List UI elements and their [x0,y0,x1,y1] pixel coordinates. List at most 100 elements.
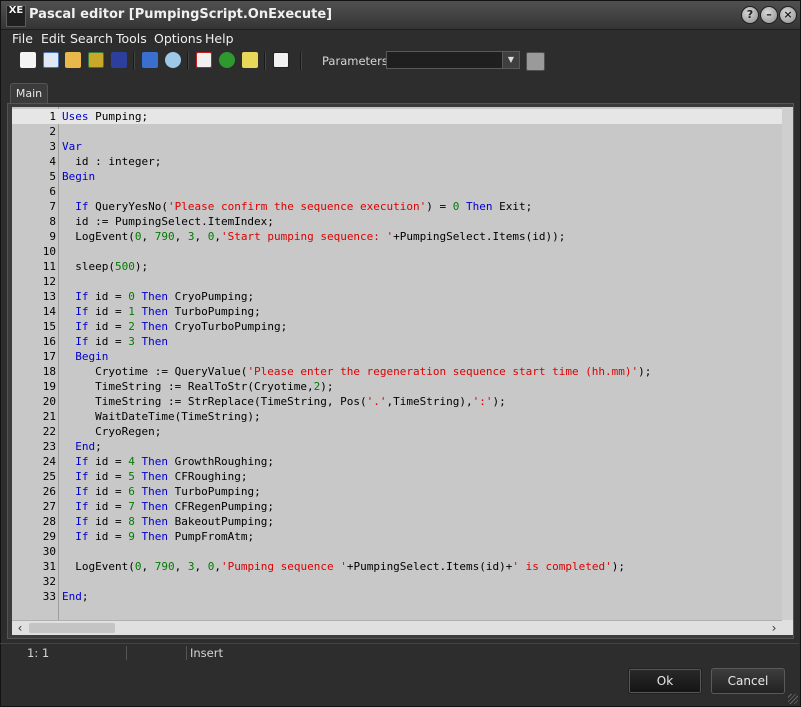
code-line[interactable]: 17 Begin [12,349,782,364]
code-token: id = [88,455,129,468]
code-text[interactable]: If QueryYesNo('Please confirm the sequen… [62,199,532,214]
code-text[interactable]: If id = 3 Then [62,334,168,349]
code-line[interactable]: 16 If id = 3 Then [12,334,782,349]
scroll-right-icon[interactable]: › [767,621,781,635]
parameters-select[interactable]: ▼ [386,51,520,69]
code-editor[interactable]: 1 Uses Pumping; 2 3 Var 4 id : integer; 5 Begin… [12,107,782,620]
code-text[interactable]: TimeString := RealToStr(Cryotime,2); [62,379,333,394]
code-line[interactable]: 26 If id = 6 Then TurboPumping; [12,484,782,499]
code-text[interactable]: Uses Pumping; [62,109,148,124]
code-line[interactable]: 33 End; [12,589,782,604]
cancel-button[interactable]: Cancel [711,668,785,694]
menu-edit[interactable]: Edit [41,31,65,46]
code-line[interactable]: 7 If QueryYesNo('Please confirm the sequ… [12,199,782,214]
code-text[interactable]: If id = 5 Then CFRoughing; [62,469,247,484]
code-line[interactable]: 31 LogEvent(0, 790, 3, 0,'Pumping sequen… [12,559,782,574]
code-text[interactable]: TimeString := StrReplace(TimeString, Pos… [62,394,506,409]
vertical-scrollbar[interactable] [782,107,793,620]
code-line[interactable]: 3 Var [12,139,782,154]
code-text[interactable]: If id = 2 Then CryoTurboPumping; [62,319,287,334]
tab-main[interactable]: Main [10,83,48,103]
code-line[interactable]: 27 If id = 7 Then CFRegenPumping; [12,499,782,514]
code-line[interactable]: 28 If id = 8 Then BakeoutPumping; [12,514,782,529]
code-line[interactable]: 6 [12,184,782,199]
code-line[interactable]: 10 [12,244,782,259]
ok-button[interactable]: Ok [628,668,702,694]
menu-search[interactable]: Search [70,31,113,46]
function-icon[interactable] [242,52,258,68]
compile-icon[interactable] [142,52,158,68]
code-line[interactable]: 8 id := PumpingSelect.ItemIndex; [12,214,782,229]
code-text[interactable]: Var [62,139,82,154]
code-line[interactable]: 11 sleep(500); [12,259,782,274]
code-text[interactable]: Cryotime := QueryValue('Please enter the… [62,364,651,379]
scroll-left-icon[interactable]: ‹ [13,621,27,635]
code-line[interactable]: 5 Begin [12,169,782,184]
code-line[interactable]: 23 End; [12,439,782,454]
checklist-icon[interactable] [196,52,212,68]
code-line[interactable]: 4 id : integer; [12,154,782,169]
run-icon[interactable] [219,52,235,68]
code-line[interactable]: 12 [12,274,782,289]
save-icon[interactable] [111,52,127,68]
code-text[interactable]: If id = 1 Then TurboPumping; [62,304,260,319]
code-line[interactable]: 32 [12,574,782,589]
help-window-button[interactable]: ? [741,6,759,24]
horizontal-scroll-thumb[interactable] [29,623,115,633]
code-line[interactable]: 14 If id = 1 Then TurboPumping; [12,304,782,319]
code-text[interactable]: sleep(500); [62,259,148,274]
open-folder-icon[interactable] [65,52,81,68]
code-line[interactable]: 22 CryoRegen; [12,424,782,439]
close-window-button[interactable]: × [779,6,797,24]
line-number: 12 [42,275,56,288]
code-line[interactable]: 1 Uses Pumping; [12,109,782,124]
code-text[interactable]: LogEvent(0, 790, 3, 0,'Start pumping seq… [62,229,565,244]
menu-help[interactable]: Help [205,31,234,46]
horizontal-scrollbar[interactable]: ‹ › [12,620,782,635]
import-icon[interactable] [88,52,104,68]
code-text[interactable]: WaitDateTime(TimeString); [62,409,261,424]
code-line[interactable]: 2 [12,124,782,139]
title-bar[interactable]: XE Pascal editor [PumpingScript.OnExecut… [1,1,800,30]
code-text[interactable]: End; [62,589,89,604]
menu-tools[interactable]: Tools [116,31,147,46]
code-line[interactable]: 21 WaitDateTime(TimeString); [12,409,782,424]
insert-item-icon[interactable] [273,52,289,68]
settings-gear-icon[interactable] [165,52,181,68]
code-text[interactable]: If id = 4 Then GrowthRoughing; [62,454,274,469]
code-text[interactable]: If id = 9 Then PumpFromAtm; [62,529,254,544]
code-line[interactable]: 24 If id = 4 Then GrowthRoughing; [12,454,782,469]
code-line[interactable]: 9 LogEvent(0, 790, 3, 0,'Start pumping s… [12,229,782,244]
open-template-icon[interactable] [43,52,59,68]
code-line[interactable]: 29 If id = 9 Then PumpFromAtm; [12,529,782,544]
code-text[interactable]: CryoRegen; [62,424,161,439]
code-text[interactable]: Begin [62,349,108,364]
menu-options[interactable]: Options [154,31,202,46]
code-text[interactable]: id := PumpingSelect.ItemIndex; [62,214,274,229]
chevron-down-icon[interactable]: ▼ [502,52,519,68]
code-line[interactable]: 19 TimeString := RealToStr(Cryotime,2); [12,379,782,394]
resize-grip-icon[interactable] [788,694,798,704]
code-text[interactable]: If id = 7 Then CFRegenPumping; [62,499,274,514]
code-line[interactable]: 13 If id = 0 Then CryoPumping; [12,289,782,304]
code-line[interactable]: 18 Cryotime := QueryValue('Please enter … [12,364,782,379]
code-text[interactable]: If id = 0 Then CryoPumping; [62,289,254,304]
code-text[interactable]: Begin [62,169,95,184]
code-text[interactable]: If id = 6 Then TurboPumping; [62,484,260,499]
parameters-button[interactable] [526,52,545,71]
code-text[interactable]: LogEvent(0, 790, 3, 0,'Pumping sequence … [62,559,625,574]
code-text[interactable]: End; [62,439,102,454]
minimize-window-button[interactable]: – [760,6,778,24]
menu-file[interactable]: File [12,31,33,46]
code-line[interactable]: 15 If id = 2 Then CryoTurboPumping; [12,319,782,334]
code-line[interactable]: 25 If id = 5 Then CFRoughing; [12,469,782,484]
code-line[interactable]: 20 TimeString := StrReplace(TimeString, … [12,394,782,409]
code-text[interactable]: If id = 8 Then BakeoutPumping; [62,514,274,529]
new-file-icon[interactable] [20,52,36,68]
code-line[interactable]: 30 [12,544,782,559]
code-text[interactable]: id : integer; [62,154,161,169]
